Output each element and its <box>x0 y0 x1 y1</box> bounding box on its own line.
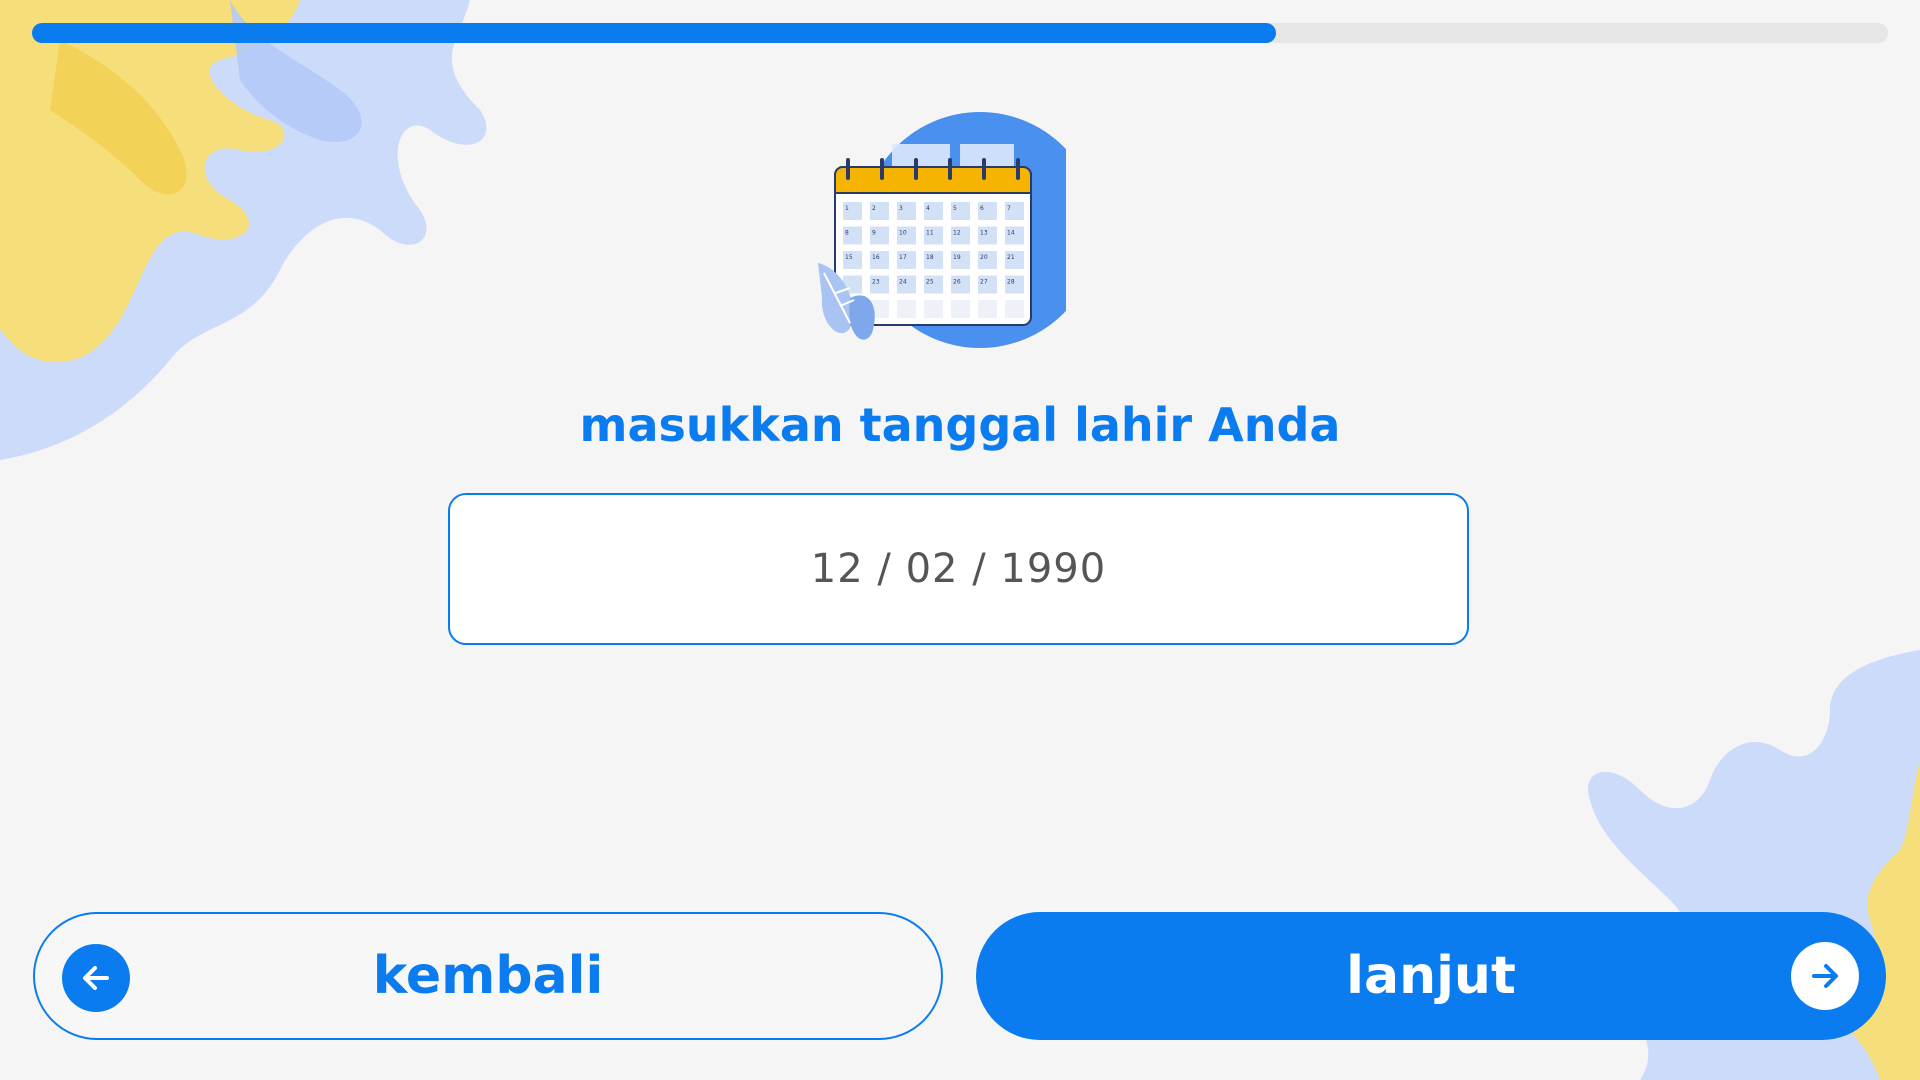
calendar-day-label: 16 <box>872 254 880 261</box>
next-button-label: lanjut <box>1346 946 1516 1006</box>
calendar-day-label: 24 <box>899 279 907 286</box>
calendar-day-label: 26 <box>953 279 961 286</box>
calendar-day-label: 18 <box>926 254 934 261</box>
calendar-day-label: 14 <box>1007 230 1015 237</box>
calendar-cell <box>951 300 970 318</box>
calendar-cell <box>978 300 997 318</box>
calendar-day-label: 13 <box>980 230 988 237</box>
calendar-day-label: 19 <box>953 254 961 261</box>
arrow-right-icon <box>1791 942 1859 1010</box>
calendar-day-label: 21 <box>1007 254 1015 261</box>
calendar-day-label: 6 <box>980 205 984 212</box>
progress-bar <box>32 23 1888 43</box>
calendar-day-label: 7 <box>1007 205 1011 212</box>
back-button[interactable]: kembali <box>33 912 943 1040</box>
calendar-day-label: 15 <box>845 254 853 261</box>
calendar-day-label: 3 <box>899 205 903 212</box>
progress-bar-fill <box>32 23 1276 43</box>
calendar-day-label: 28 <box>1007 279 1015 286</box>
paint-splash-top-left <box>0 0 487 460</box>
arrow-left-icon <box>62 944 130 1012</box>
calendar-day-label: 11 <box>926 230 934 237</box>
calendar-day-label: 17 <box>899 254 907 261</box>
calendar-day-label: 23 <box>872 279 880 286</box>
calendar-day-label: 2 <box>872 205 876 212</box>
calendar-day-label: 8 <box>845 230 849 237</box>
calendar-day-label: 12 <box>953 230 961 237</box>
birthdate-screen: 1 2 3 4 5 6 7 8 9 10 11 12 13 14 15 16 17 18 19 20 21 23 24 25 2… <box>0 0 1920 1080</box>
calendar-icon: 1 2 3 4 5 6 78 9 10 11 12 13 1415 16 17 18 19 20 2123 24 25 2… <box>818 112 1066 348</box>
calendar-cell <box>897 300 916 318</box>
calendar-day-label: 9 <box>872 230 876 237</box>
calendar-day-label: 4 <box>926 205 930 212</box>
next-button[interactable]: lanjut <box>976 912 1886 1040</box>
calendar-day-label: 10 <box>899 230 907 237</box>
back-button-label: kembali <box>372 946 604 1006</box>
calendar-day-label: 27 <box>980 279 988 286</box>
calendar-cell <box>1005 300 1024 318</box>
calendar-day-label: 1 <box>845 205 849 212</box>
calendar-day-label: 25 <box>926 279 934 286</box>
birthdate-input[interactable]: 12 / 02 / 1990 <box>448 493 1469 645</box>
calendar-day-label: 5 <box>953 205 957 212</box>
calendar-cell <box>924 300 943 318</box>
calendar-day-label: 20 <box>980 254 988 261</box>
page-title: masukkan tanggal lahir Anda <box>579 398 1341 452</box>
